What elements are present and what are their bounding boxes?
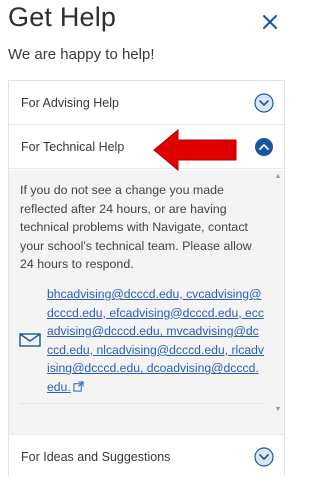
help-accordion: For Advising Help For Technical Help If … xyxy=(8,80,285,478)
chevron-down-icon xyxy=(254,93,274,113)
email-link-text[interactable]: bhcadvising@dcccd.edu, cvcadvising@dcccd… xyxy=(47,287,264,394)
page-title: Get Help xyxy=(8,2,117,32)
technical-help-panel: If you do not see a change you made refl… xyxy=(9,170,284,434)
scroll-up-arrow-icon[interactable]: ▲ xyxy=(274,173,282,181)
panel-divider xyxy=(19,403,264,404)
panel-scrollbar[interactable]: ▲ ▼ xyxy=(272,170,284,434)
scroll-down-arrow-icon[interactable]: ▼ xyxy=(274,406,282,414)
accordion-item-label: For Ideas and Suggestions xyxy=(21,449,171,464)
accordion-item-label: For Advising Help xyxy=(21,95,119,110)
expand-toggle[interactable] xyxy=(254,447,274,467)
collapse-toggle[interactable] xyxy=(254,137,274,157)
close-button[interactable] xyxy=(258,10,282,34)
chevron-up-icon xyxy=(255,138,273,156)
technical-help-message: If you do not see a change you made refl… xyxy=(20,183,252,271)
envelope-icon xyxy=(19,333,41,347)
expand-toggle[interactable] xyxy=(254,93,274,113)
contact-email-links[interactable]: bhcadvising@dcccd.edu, cvcadvising@dcccd… xyxy=(47,285,264,397)
contact-email-block: bhcadvising@dcccd.edu, cvcadvising@dcccd… xyxy=(19,285,265,405)
chevron-down-icon xyxy=(254,447,274,467)
get-help-dialog: Get Help We are happy to help! For Advis… xyxy=(0,0,290,484)
close-icon xyxy=(263,15,277,29)
dialog-subtitle: We are happy to help! xyxy=(8,46,155,63)
external-link-icon xyxy=(73,381,84,392)
accordion-item-advising-help[interactable]: For Advising Help xyxy=(9,81,284,125)
accordion-item-label: For Technical Help xyxy=(21,139,125,154)
accordion-item-ideas-suggestions[interactable]: For Ideas and Suggestions xyxy=(9,434,284,478)
dialog-header: Get Help We are happy to help! xyxy=(8,0,282,70)
accordion-item-technical-help[interactable]: For Technical Help xyxy=(9,125,284,169)
